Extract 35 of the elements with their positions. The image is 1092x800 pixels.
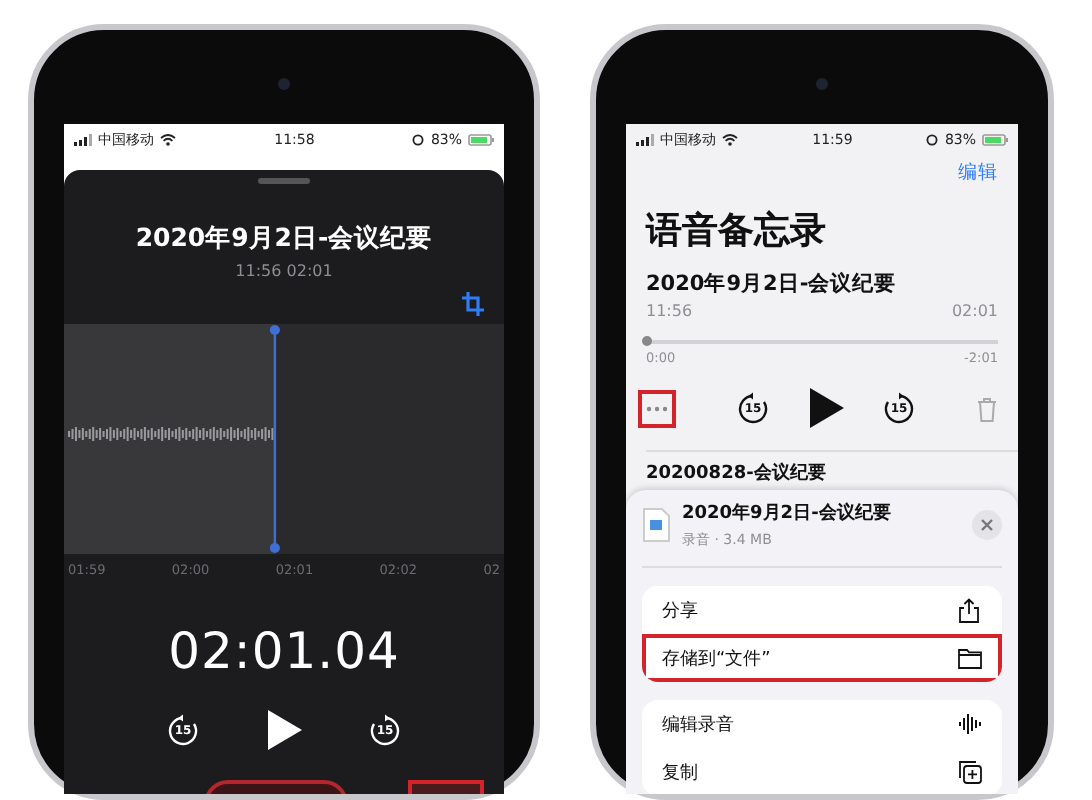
page-heading: 语音备忘录	[646, 208, 828, 254]
play-button[interactable]	[264, 708, 304, 752]
file-name: 2020年9月2日-会议纪要	[682, 500, 893, 526]
recording-meta: 11:56 02:01	[235, 262, 333, 280]
playhead[interactable]	[269, 325, 280, 553]
close-button[interactable]	[972, 510, 1002, 540]
play-button[interactable]	[806, 386, 846, 430]
wifi-icon	[160, 133, 176, 145]
action-item[interactable]: 存储到“文件”	[642, 634, 1002, 682]
elapsed-time: 02:01.04	[168, 622, 400, 680]
edit-link[interactable]: 编辑	[958, 160, 998, 186]
more-button[interactable]	[638, 389, 676, 427]
orientation-lock-icon	[412, 133, 425, 145]
sheet-handle[interactable]	[258, 178, 310, 184]
audio-file-icon	[642, 508, 670, 542]
crop-icon[interactable]	[462, 292, 484, 316]
share-icon	[958, 597, 982, 623]
ellipsis-icon	[646, 405, 668, 411]
waveform-icon	[958, 711, 982, 737]
recording-title: 2020年9月2日-会议纪要	[646, 270, 899, 298]
recording-time: 11:56	[646, 302, 693, 320]
duplicate-icon	[958, 759, 982, 785]
signal-icon	[636, 133, 654, 145]
scrubber-thumb[interactable]	[642, 336, 652, 346]
signal-icon	[74, 133, 92, 145]
orientation-lock-icon	[926, 133, 939, 145]
battery-icon	[468, 133, 494, 145]
recording-list-item[interactable]: 20200828-会议纪要	[646, 450, 1018, 486]
wifi-icon	[722, 133, 738, 145]
trash-icon[interactable]	[976, 395, 998, 421]
recording-title: 2020年9月2日-会议纪要	[135, 222, 433, 256]
battery-icon	[982, 133, 1008, 145]
folder-icon	[958, 645, 982, 671]
close-icon	[980, 518, 994, 532]
recording-duration: 02:01	[951, 302, 998, 320]
